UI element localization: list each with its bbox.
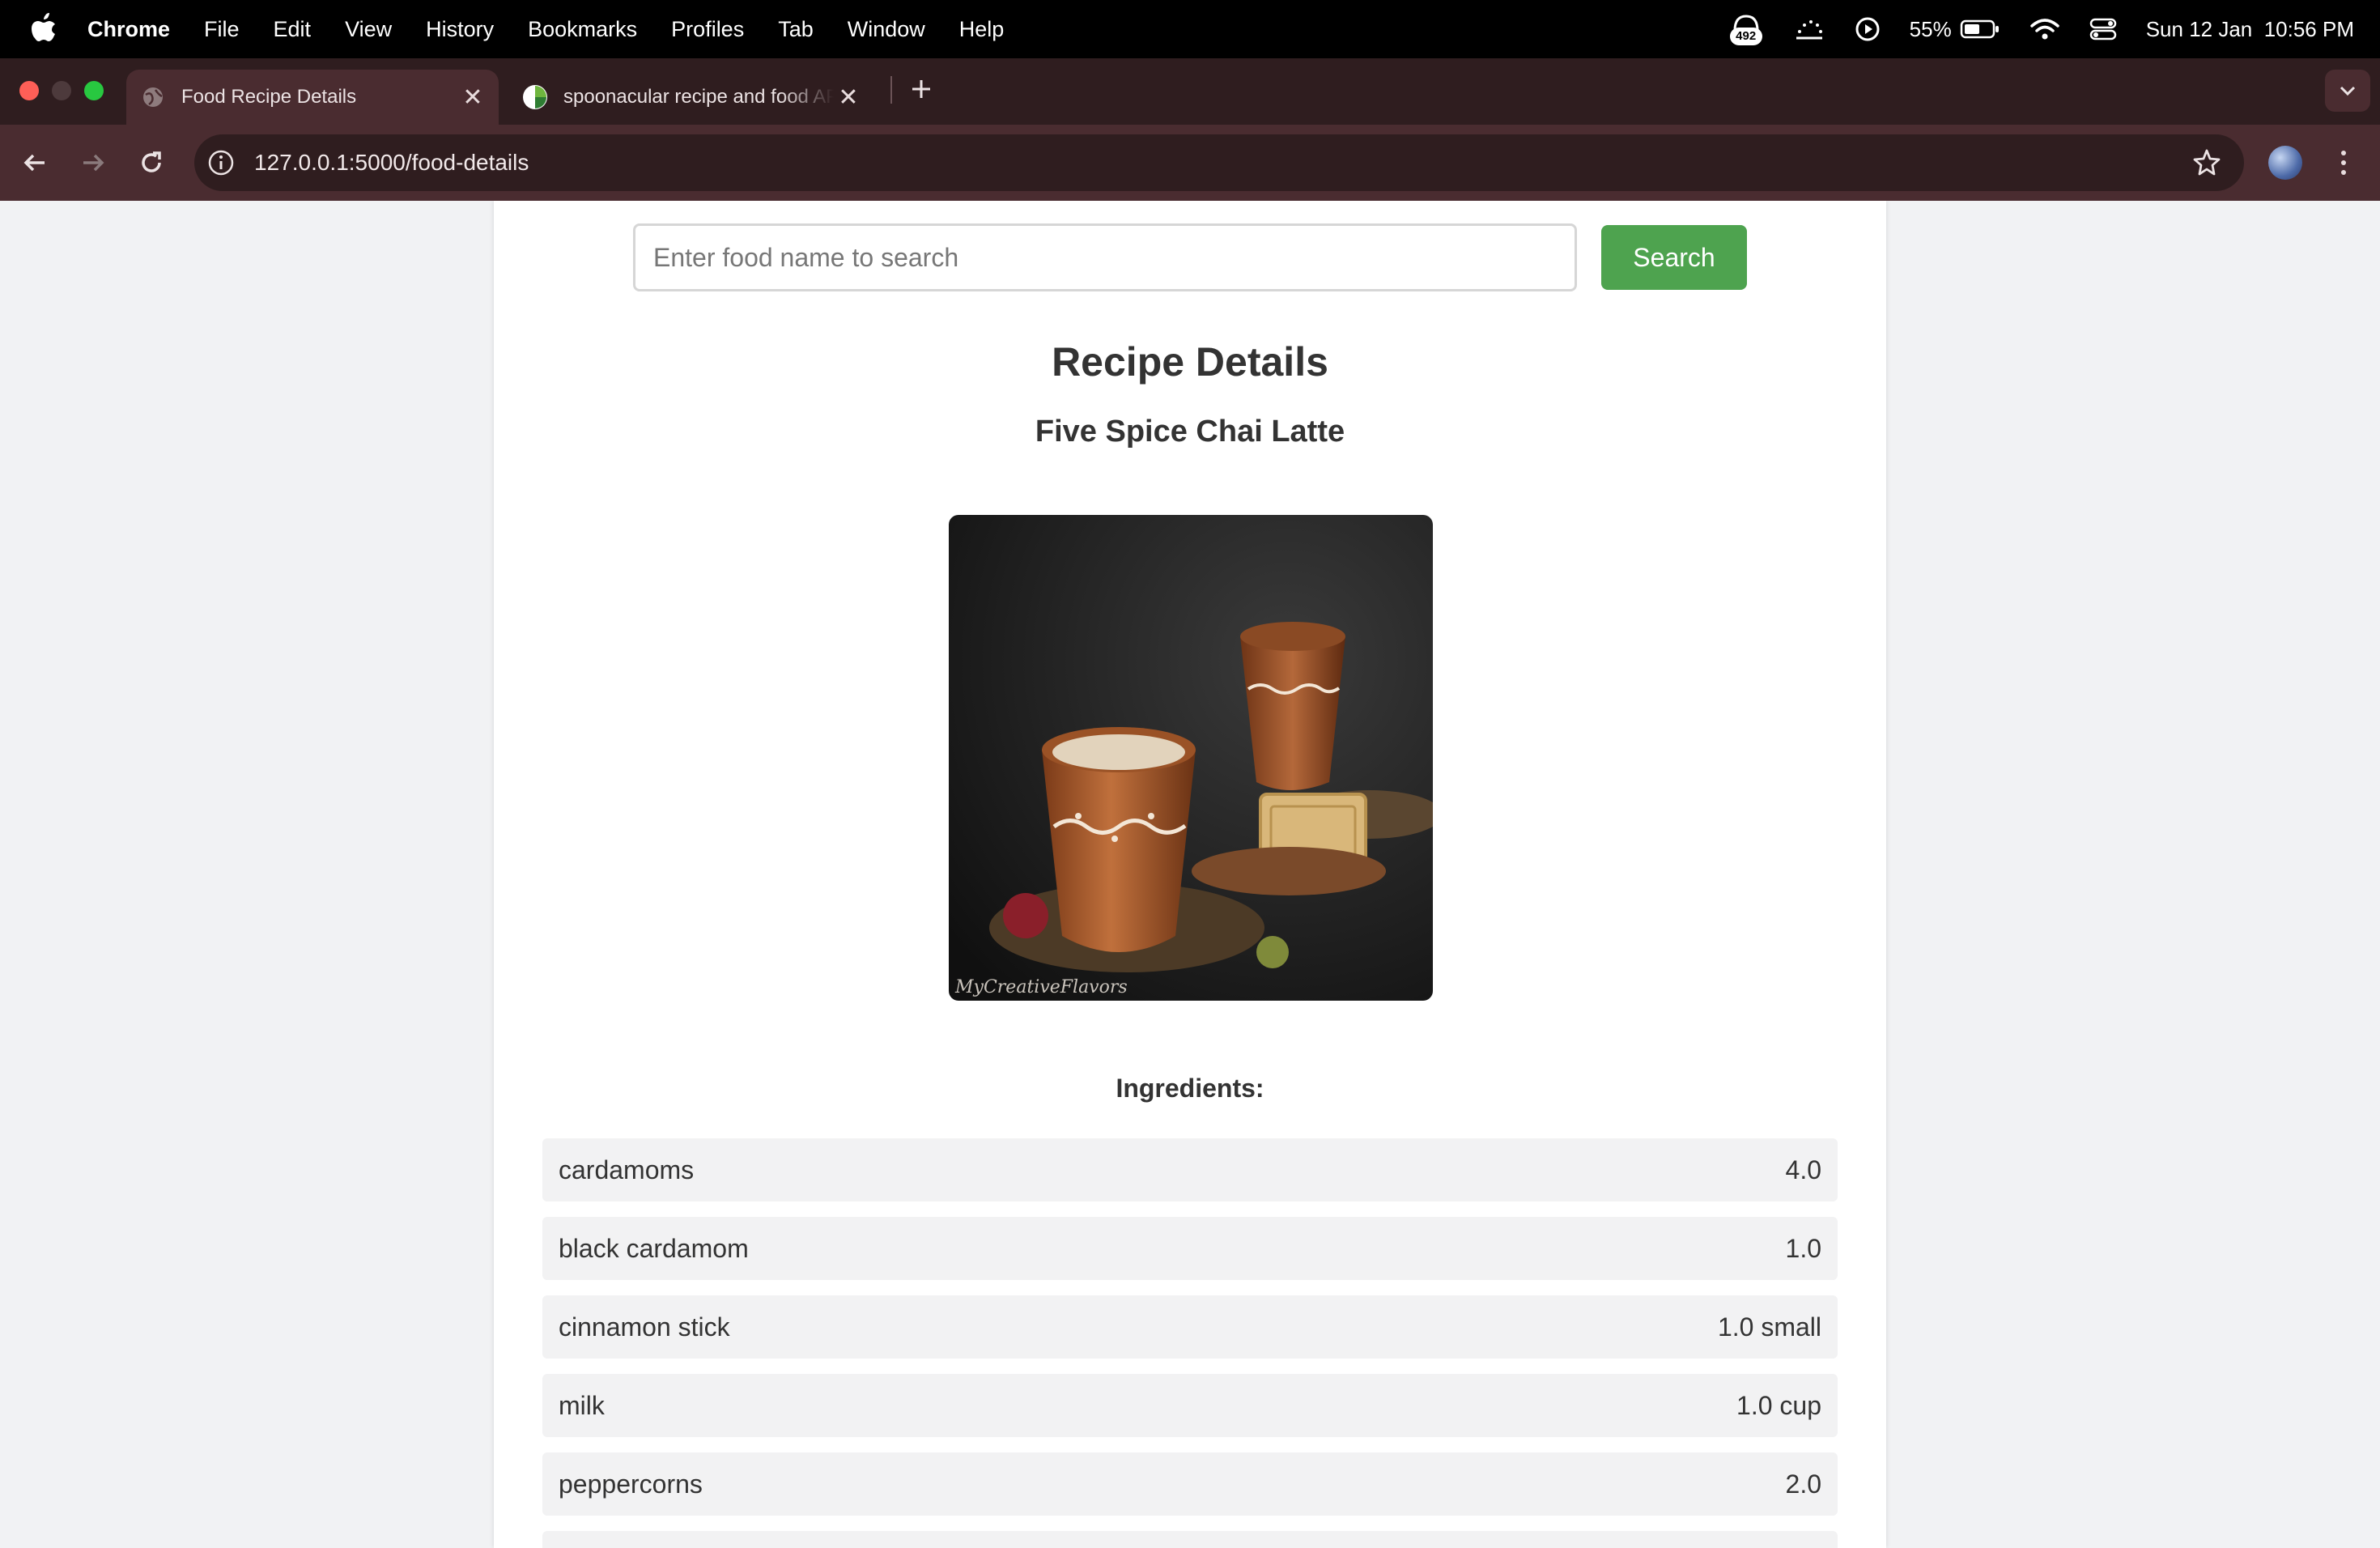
ingredient-row: black cardamom 1.0 — [542, 1217, 1838, 1280]
ingredient-row: cardamoms 4.0 — [542, 1138, 1838, 1201]
menu-history[interactable]: History — [426, 17, 494, 42]
ingredient-name: peppercorns — [559, 1469, 703, 1499]
display-brightness-icon[interactable] — [1793, 17, 1825, 41]
tab-spoonacular[interactable]: spoonacular recipe and food API ✕ — [510, 70, 874, 125]
macos-menu-bar: Chrome File Edit View History Bookmarks … — [0, 0, 2380, 58]
tab-close-icon[interactable]: ✕ — [834, 83, 863, 112]
new-tab-plus-icon[interactable] — [903, 71, 939, 107]
battery-percent: 55% — [1909, 16, 1952, 41]
now-playing-icon[interactable] — [1855, 16, 1881, 42]
menubar-clock[interactable]: Sun 12 Jan 10:56 PM — [2146, 17, 2354, 42]
globe-icon — [141, 85, 165, 109]
menu-view[interactable]: View — [345, 17, 392, 42]
page-title: Recipe Details — [1052, 339, 1328, 385]
apple-icon[interactable] — [29, 13, 57, 45]
battery-status[interactable]: 55% — [1910, 17, 2000, 42]
ingredient-row-partial — [542, 1531, 1838, 1548]
tab-search-chevron-icon[interactable] — [2325, 70, 2370, 112]
tab-close-icon[interactable]: ✕ — [458, 83, 487, 112]
ingredients-heading: Ingredients: — [1116, 1074, 1264, 1103]
ingredient-name: milk — [559, 1390, 605, 1420]
back-arrow-icon[interactable] — [16, 144, 53, 181]
window-minimize-button[interactable] — [52, 81, 71, 100]
site-info-icon[interactable] — [207, 148, 236, 177]
notification-badge-icon[interactable]: 492 — [1728, 13, 1764, 45]
menu-help[interactable]: Help — [959, 17, 1005, 42]
browser-toolbar: 127.0.0.1:5000/food-details — [0, 125, 2380, 201]
profile-avatar[interactable] — [2268, 146, 2302, 180]
tab-title: Food Recipe Details — [181, 86, 357, 108]
search-button[interactable]: Search — [1601, 225, 1747, 290]
ingredient-amount: 1.0 — [1785, 1233, 1821, 1263]
window-close-button[interactable] — [19, 81, 39, 100]
spoonacular-favicon-icon — [523, 85, 547, 109]
menu-bookmarks[interactable]: Bookmarks — [528, 17, 637, 42]
ingredient-amount: 4.0 — [1785, 1155, 1821, 1184]
menu-tab[interactable]: Tab — [778, 17, 814, 42]
menu-file[interactable]: File — [204, 17, 240, 42]
battery-icon — [1960, 19, 1999, 39]
ingredient-name: cinnamon stick — [559, 1312, 730, 1342]
menu-profiles[interactable]: Profiles — [671, 17, 744, 42]
wifi-icon[interactable] — [2029, 17, 2060, 41]
ingredient-row: milk 1.0 cup — [542, 1374, 1838, 1437]
ingredient-amount: 2.0 — [1785, 1469, 1821, 1499]
tab-divider — [890, 76, 892, 104]
tab-title: spoonacular recipe and food API — [563, 86, 834, 108]
menu-window[interactable]: Window — [848, 17, 925, 42]
notification-count: 492 — [1729, 28, 1762, 45]
menu-app-name[interactable]: Chrome — [87, 17, 170, 42]
window-zoom-button[interactable] — [84, 81, 104, 100]
ingredient-row: peppercorns 2.0 — [542, 1452, 1838, 1516]
menubar-status-area: 492 55% Sun 12 Jan 10:56 PM — [1728, 0, 2354, 58]
address-url[interactable]: 127.0.0.1:5000/food-details — [254, 150, 529, 176]
bookmark-star-icon[interactable] — [2192, 148, 2221, 177]
ingredient-amount: 1.0 cup — [1736, 1390, 1821, 1420]
browser-tab-strip: Food Recipe Details ✕ spoonacular recipe… — [0, 58, 2380, 125]
content-card: Search Recipe Details Five Spice Chai La… — [494, 201, 1886, 1548]
ingredient-name: cardamoms — [559, 1155, 695, 1184]
ingredient-row: cinnamon stick 1.0 small — [542, 1295, 1838, 1359]
forward-arrow-icon[interactable] — [74, 144, 112, 181]
tab-food-recipe-details[interactable]: Food Recipe Details ✕ — [126, 70, 499, 125]
reload-icon[interactable] — [133, 144, 170, 181]
image-watermark: MyCreativeFlavors — [954, 977, 1128, 997]
address-bar[interactable]: 127.0.0.1:5000/food-details — [194, 134, 2244, 191]
ingredients-list: cardamoms 4.0 black cardamom 1.0 cinnamo… — [542, 1138, 1838, 1548]
menu-edit[interactable]: Edit — [274, 17, 312, 42]
recipe-image: MyCreativeFlavors — [949, 515, 1433, 1001]
ingredient-name: black cardamom — [559, 1233, 749, 1263]
chrome-menu-icon[interactable] — [2331, 144, 2356, 181]
ingredient-amount: 1.0 small — [1717, 1312, 1821, 1342]
control-center-icon[interactable] — [2089, 17, 2117, 41]
food-search-input[interactable] — [633, 223, 1577, 291]
page-viewport: Search Recipe Details Five Spice Chai La… — [0, 201, 2380, 1548]
recipe-name: Five Spice Chai Latte — [1035, 415, 1345, 449]
